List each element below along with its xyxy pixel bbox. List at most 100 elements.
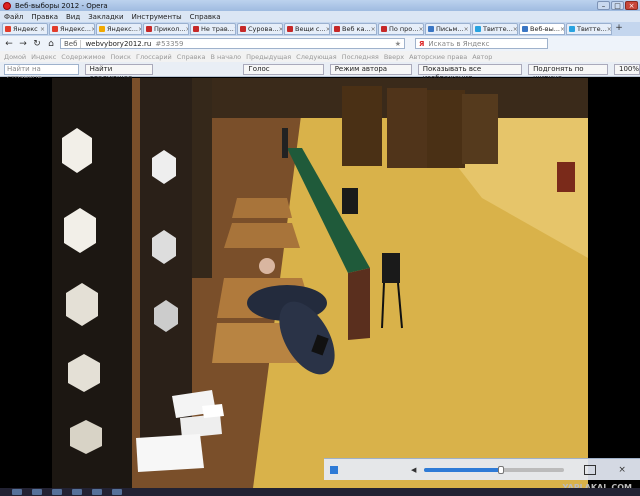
address-field[interactable]: Веб webvybory2012.ru #53359 ★: [60, 38, 405, 49]
taskbar-item-6[interactable]: [112, 489, 122, 495]
nav-link-5[interactable]: Глоссарий: [136, 53, 172, 61]
menu-help[interactable]: Справка: [190, 13, 221, 21]
find-input[interactable]: Найти на странице: [4, 63, 79, 82]
fullscreen-button[interactable]: [584, 464, 597, 475]
tab-close-icon[interactable]: ×: [326, 26, 329, 33]
nav-link-7[interactable]: В начало: [210, 53, 241, 61]
tab-6[interactable]: Сурова...×: [237, 23, 283, 35]
menu-bar: Файл Правка Вид Закладки Инструменты Спр…: [0, 11, 640, 22]
menu-file[interactable]: Файл: [4, 13, 23, 21]
find-next-button[interactable]: Найти следующее: [84, 63, 153, 82]
tab-favicon-icon: [475, 26, 481, 32]
menu-bookmarks[interactable]: Закладки: [88, 13, 123, 21]
tab-close-icon[interactable]: ×: [138, 26, 141, 33]
taskbar-item-1[interactable]: [12, 489, 22, 495]
nav-link-11[interactable]: Вверх: [384, 53, 404, 61]
video-frame[interactable]: [52, 78, 588, 496]
menu-view[interactable]: Вид: [66, 13, 80, 21]
tab-favicon-icon: [381, 26, 387, 32]
nav-link-9[interactable]: Следующая: [296, 53, 337, 61]
zoom-select[interactable]: 100%: [614, 63, 640, 75]
nav-link-3[interactable]: Содержимое: [61, 53, 105, 61]
tab-favicon-icon: [428, 26, 434, 32]
tab-favicon-icon: [5, 26, 11, 32]
url-text: webvybory2012.ru: [85, 39, 152, 48]
seek-knob[interactable]: [498, 465, 505, 474]
tab-close-icon[interactable]: ×: [560, 26, 564, 33]
tab-favicon-icon: [240, 26, 246, 32]
tab-1[interactable]: Яндекс ×: [2, 23, 48, 35]
bookmark-star-icon[interactable]: ★: [395, 40, 401, 48]
tab-label: Вещи с...: [295, 25, 326, 33]
nav-link-6[interactable]: Справка: [177, 53, 206, 61]
taskbar-item-4[interactable]: [72, 489, 82, 495]
taskbar-item-5[interactable]: [92, 489, 102, 495]
taskbar-item-2[interactable]: [32, 489, 42, 495]
close-window-button[interactable]: ×: [625, 1, 638, 10]
tab-favicon-icon: [52, 26, 58, 32]
nav-link-13[interactable]: Автор: [472, 53, 492, 61]
tab-close-icon[interactable]: ×: [91, 26, 94, 33]
show-images-button[interactable]: Показывать все изображения: [417, 63, 523, 82]
fit-width-button[interactable]: Подгонять по ширине: [528, 63, 609, 82]
seek-fill: [424, 467, 502, 472]
url-hash-text: #53359: [155, 39, 184, 48]
tab-label: Яндекс...: [107, 25, 138, 33]
tab-label: Веб ка...: [342, 25, 371, 33]
menu-edit[interactable]: Правка: [31, 13, 58, 21]
maximize-button[interactable]: □: [611, 1, 624, 10]
tab-label: Твитте...: [483, 25, 513, 33]
minimize-button[interactable]: –: [597, 1, 610, 10]
tab-close-icon[interactable]: ×: [40, 26, 45, 33]
tab-7[interactable]: Вещи с...×: [284, 23, 330, 35]
tab-close-icon[interactable]: ×: [186, 26, 189, 33]
tab-favicon-icon: [99, 26, 105, 32]
seek-slider[interactable]: [424, 465, 565, 474]
tab-9[interactable]: По про... ×: [378, 23, 424, 35]
window-controls: – □ ×: [597, 1, 638, 10]
tab-favicon-icon: [334, 26, 340, 32]
tab-close-icon[interactable]: ×: [234, 26, 235, 33]
menu-tools[interactable]: Инструменты: [132, 13, 182, 21]
web-badge: Веб: [64, 39, 82, 48]
nav-link-12[interactable]: Авторские права: [409, 53, 467, 61]
title-bar: Веб-выборы 2012 - Opera – □ ×: [0, 0, 640, 11]
navigation-links-bar: Домой Индекс Содержимое Поиск Глоссарий Справ…: [0, 51, 640, 62]
tab-favicon-icon: [522, 26, 528, 32]
volume-icon[interactable]: ◀: [411, 466, 416, 474]
author-mode-button[interactable]: Режим автора: [329, 63, 412, 75]
nav-link-1[interactable]: Домой: [4, 53, 26, 61]
tab-13[interactable]: Твитте... ×: [566, 23, 612, 35]
tab-11[interactable]: Твитте... ×: [472, 23, 518, 35]
voice-button[interactable]: Голос: [243, 63, 324, 75]
tab-close-icon[interactable]: ×: [371, 26, 376, 33]
tab-5[interactable]: Не трав...×: [190, 23, 236, 35]
tab-close-icon[interactable]: ×: [279, 26, 282, 33]
forward-button[interactable]: →: [18, 39, 28, 49]
stop-button[interactable]: [330, 465, 338, 474]
tab-10[interactable]: Письм... ×: [425, 23, 471, 35]
nav-link-8[interactable]: Предыдущая: [246, 53, 291, 61]
tab-favicon-icon: [287, 26, 293, 32]
nav-link-4[interactable]: Поиск: [110, 53, 131, 61]
back-button[interactable]: ←: [4, 39, 14, 49]
home-button[interactable]: ⌂: [46, 39, 56, 49]
tab-12[interactable]: Веб-вы... ×: [519, 23, 565, 35]
tab-2[interactable]: Яндекс...×: [49, 23, 95, 35]
tab-close-icon[interactable]: ×: [418, 26, 423, 33]
tab-close-icon[interactable]: ×: [607, 26, 611, 33]
tab-close-icon[interactable]: ×: [464, 26, 469, 33]
taskbar-item-3[interactable]: [52, 489, 62, 495]
tab-4[interactable]: Прикол...×: [143, 23, 189, 35]
nav-link-2[interactable]: Индекс: [31, 53, 56, 61]
player-close-button[interactable]: ×: [618, 465, 626, 475]
new-tab-button[interactable]: +: [613, 23, 625, 35]
tab-bar: Яндекс×Яндекс...×Яндекс...×Прикол...×Не …: [0, 22, 640, 36]
nav-link-10[interactable]: Последняя: [342, 53, 379, 61]
video-scene: [52, 78, 588, 496]
tab-8[interactable]: Веб ка... ×: [331, 23, 377, 35]
reload-button[interactable]: ↻: [32, 39, 42, 49]
tab-3[interactable]: Яндекс...×: [96, 23, 142, 35]
search-field[interactable]: Я Искать в Яндекс: [415, 38, 548, 49]
tab-close-icon[interactable]: ×: [513, 26, 517, 33]
